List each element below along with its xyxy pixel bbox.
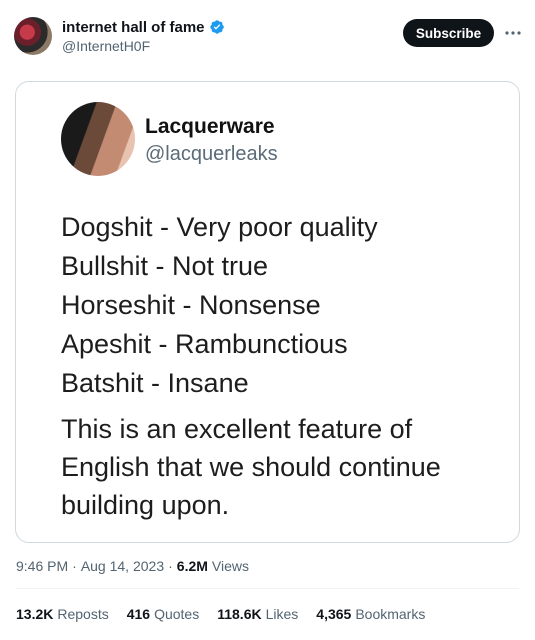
bookmarks-stat[interactable]: 4,365 Bookmarks — [316, 606, 425, 622]
reposts-label: Reposts — [57, 606, 109, 622]
author-avatar[interactable] — [14, 17, 52, 55]
more-horizontal-icon[interactable] — [504, 24, 522, 42]
quoted-line: Batshit - Insane — [61, 368, 249, 398]
likes-stat[interactable]: 118.6K Likes — [217, 606, 298, 622]
tweet-image-card[interactable]: Lacquerware @lacquerleaks Dogshit - Very… — [15, 81, 520, 543]
quoted-lines: Dogshit - Very poor quality Bullshit - N… — [61, 208, 378, 403]
quoted-name: Lacquerware — [145, 115, 275, 138]
tweet-stats: 13.2K Reposts 416 Quotes 118.6K Likes 4,… — [16, 606, 425, 622]
quotes-stat[interactable]: 416 Quotes — [127, 606, 200, 622]
tweet-date[interactable]: Aug 14, 2023 — [81, 558, 164, 574]
author-display-name[interactable]: internet hall of fame — [62, 19, 205, 36]
display-name-row: internet hall of fame — [62, 17, 225, 37]
quoted-line: Bullshit - Not true — [61, 251, 269, 281]
reposts-stat[interactable]: 13.2K Reposts — [16, 606, 109, 622]
views-count: 6.2M — [176, 558, 208, 574]
author-handle[interactable]: @InternetH0F — [62, 38, 225, 54]
meta-separator: · — [72, 558, 77, 574]
divider — [16, 588, 519, 589]
quotes-label: Quotes — [154, 606, 200, 622]
likes-label: Likes — [265, 606, 299, 622]
tweet-time[interactable]: 9:46 PM — [16, 558, 68, 574]
verified-badge-icon — [209, 20, 224, 34]
quoted-paragraph: This is an excellent feature of English … — [61, 414, 441, 520]
quoted-handle: @lacquerleaks — [145, 143, 278, 165]
quoted-line: Dogshit - Very poor quality — [61, 212, 378, 242]
bookmarks-label: Bookmarks — [355, 606, 426, 622]
quotes-count: 416 — [126, 606, 151, 622]
quoted-line: Apeshit - Rambunctious — [61, 329, 348, 359]
quoted-line: Horseshit - Nonsense — [61, 290, 321, 320]
likes-count: 118.6K — [217, 606, 262, 622]
author-header: internet hall of fame @InternetH0F — [62, 17, 225, 54]
subscribe-button[interactable]: Subscribe — [403, 19, 494, 47]
tweet-meta: 9:46 PM · Aug 14, 2023 · 6.2M Views — [16, 558, 249, 574]
meta-separator: · — [168, 558, 173, 574]
quoted-avatar — [61, 102, 135, 176]
bookmarks-count: 4,365 — [316, 606, 352, 622]
reposts-count: 13.2K — [16, 606, 54, 622]
views-label: Views — [211, 558, 249, 574]
